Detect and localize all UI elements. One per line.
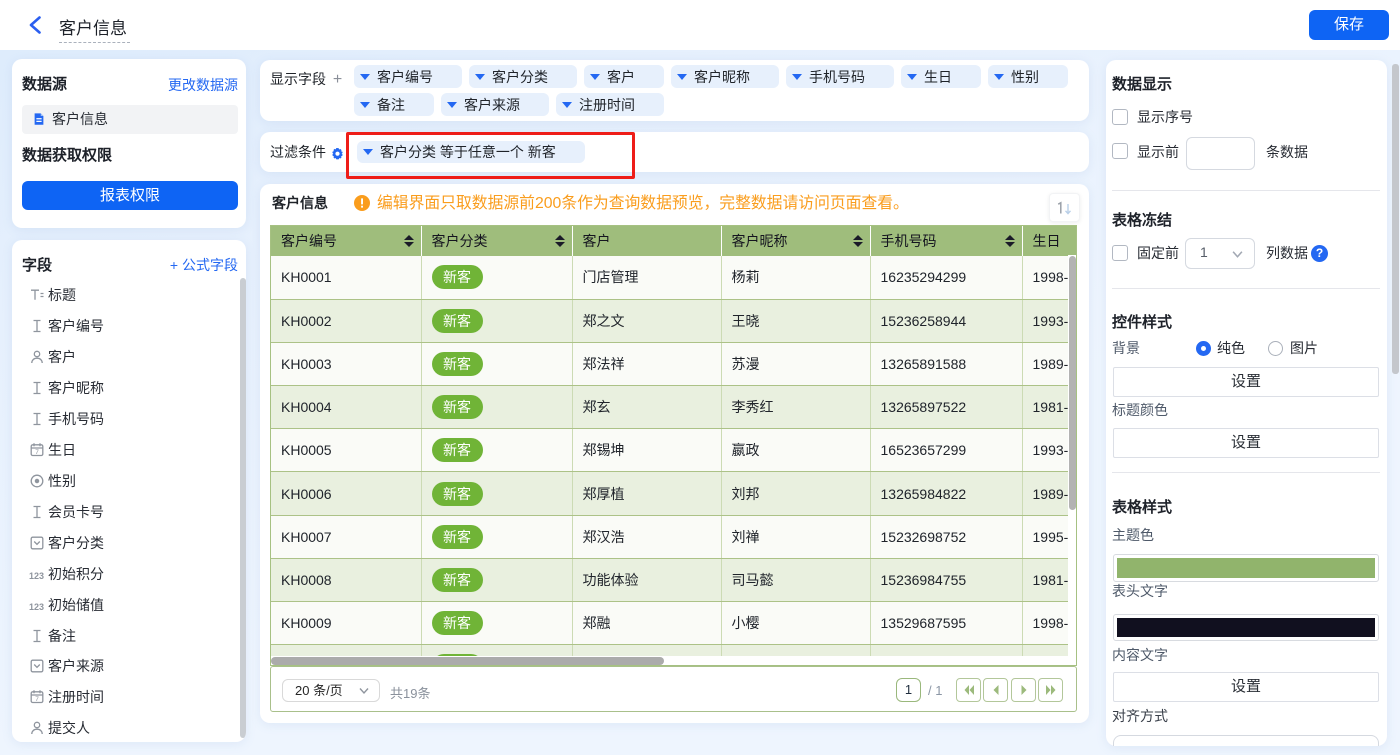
svg-text:7: 7 [35,696,39,703]
svg-text:7: 7 [35,449,39,456]
